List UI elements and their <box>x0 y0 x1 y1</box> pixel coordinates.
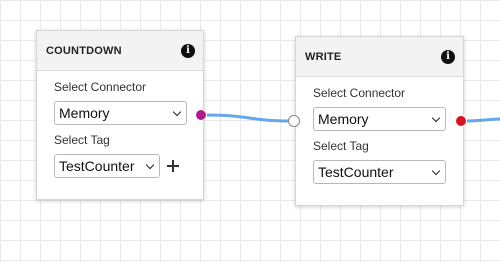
countdown-node[interactable]: COUNTDOWN i Select Connector Memory Sele… <box>36 30 204 200</box>
countdown-connector-value: Memory <box>59 105 110 121</box>
write-node-title: WRITE <box>305 50 342 63</box>
connection-wire-write-outgoing[interactable] <box>463 117 500 123</box>
info-icon[interactable]: i <box>441 49 455 64</box>
plus-icon[interactable] <box>167 160 179 172</box>
countdown-tag-label: Select Tag <box>54 133 110 147</box>
write-input-port[interactable] <box>288 115 300 127</box>
write-connector-label: Select Connector <box>313 86 406 100</box>
countdown-node-header[interactable]: COUNTDOWN i <box>37 31 203 71</box>
write-node[interactable]: WRITE i Select Connector Memory Select T… <box>295 36 464 206</box>
chevron-down-icon <box>431 113 441 123</box>
countdown-tag-row: TestCounter <box>54 154 203 186</box>
write-connector-select[interactable]: Memory <box>313 107 446 131</box>
write-node-header[interactable]: WRITE i <box>296 37 463 77</box>
write-node-body: Select Connector Memory Select Tag TestC… <box>296 77 463 184</box>
write-tag-value: TestCounter <box>318 164 394 180</box>
write-tag-label: Select Tag <box>313 139 369 153</box>
info-icon[interactable]: i <box>181 43 195 58</box>
countdown-connector-select[interactable]: Memory <box>54 101 187 125</box>
countdown-connector-label: Select Connector <box>54 80 147 94</box>
chevron-down-icon <box>172 107 182 117</box>
write-output-port[interactable] <box>455 115 467 127</box>
countdown-node-body: Select Connector Memory Select Tag TestC… <box>37 71 203 186</box>
write-tag-select[interactable]: TestCounter <box>313 160 446 184</box>
countdown-tag-value: TestCounter <box>59 158 135 174</box>
connection-wire-countdown-to-write[interactable] <box>205 113 291 123</box>
write-connector-value: Memory <box>318 111 369 127</box>
chevron-down-icon <box>431 166 441 176</box>
countdown-node-title: COUNTDOWN <box>46 44 122 57</box>
chevron-down-icon <box>145 160 155 170</box>
countdown-tag-select[interactable]: TestCounter <box>54 154 160 178</box>
countdown-output-port[interactable] <box>195 109 207 121</box>
